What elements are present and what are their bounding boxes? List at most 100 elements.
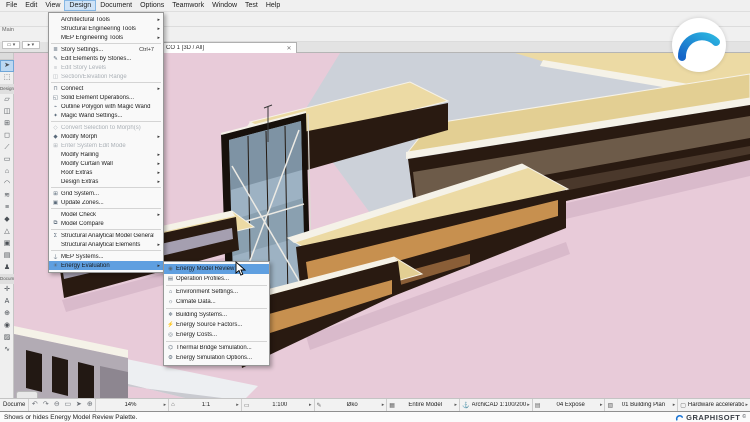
toolbox-level-dimension-tool-icon[interactable]: ⊕: [0, 308, 14, 320]
quick-option-label: ArchiCAD 1:100/200: [472, 402, 527, 408]
design-menu-item-model-compare[interactable]: ⧉Model Compare: [49, 219, 163, 228]
energy-submenu-item-building-systems[interactable]: ❄Building Systems...: [164, 310, 269, 320]
update-zones-icon: ▣: [50, 200, 61, 206]
tool-combo[interactable]: ▸ ▾: [22, 41, 40, 49]
toolbox-roof-tool-icon[interactable]: ⌂: [0, 166, 14, 178]
menu-item-label: MEP Systems...: [61, 254, 154, 260]
energy-submenu-item-energy-model-review[interactable]: ◉Energy Model Review: [164, 264, 269, 274]
back-icon[interactable]: ↶: [29, 399, 40, 411]
design-menu-item-mep-engineering-tools[interactable]: MEP Engineering Tools▸: [49, 33, 163, 42]
fit-view-icon[interactable]: ▭: [62, 399, 73, 411]
energy-submenu-item-environment-settings[interactable]: ⌂Environment Settings...: [164, 287, 269, 297]
toolbox-stair-tool-icon[interactable]: ≋: [0, 190, 14, 202]
zoom-in-icon[interactable]: ⊕: [84, 399, 95, 411]
menubar-item-teamwork[interactable]: Teamwork: [168, 0, 208, 11]
toolbox-dimension-tool-icon[interactable]: ✛: [0, 284, 14, 296]
toolbox-shell-tool-icon[interactable]: ◠: [0, 178, 14, 190]
graphisoft-logo-watermark: [672, 18, 726, 72]
toolbox-curtain-wall-tool-icon[interactable]: ▤: [0, 250, 14, 262]
quick-option-1-1[interactable]: ⌂1:1▸: [168, 399, 241, 411]
menubar-item-options[interactable]: Options: [136, 0, 168, 11]
design-menu-item-structural-engineering-tools[interactable]: Structural Engineering Tools▸: [49, 24, 163, 33]
menu-item-label: Roof Extras: [61, 170, 154, 176]
model-compare-icon: ⧉: [50, 220, 61, 227]
menu-item-label: Edit Elements by Stories...: [61, 56, 154, 62]
menubar-item-edit[interactable]: Edit: [21, 0, 41, 11]
energy-submenu-item-operation-profiles[interactable]: ▤Operation Profiles...: [164, 274, 269, 284]
menubar-item-file[interactable]: File: [2, 0, 21, 11]
toolbox-spline-tool-icon[interactable]: ∿: [0, 344, 14, 356]
quick-option-hardware-acceleration[interactable]: ▢Hardware acceleration ...▸: [677, 399, 750, 411]
toolbox-slab-tool-icon[interactable]: ▭: [0, 154, 14, 166]
design-menu-item-structural-analytical-model-generation-rules[interactable]: ΣStructural Analytical Model Generation …: [49, 231, 163, 240]
design-menu-item-story-settings[interactable]: ≣Story Settings...Ctrl+7: [49, 45, 163, 54]
toolbox-morph-tool-icon[interactable]: ◆: [0, 214, 14, 226]
zoom-out-icon[interactable]: ⊖: [51, 399, 62, 411]
design-menu-item-modify-railing[interactable]: Modify Railing▸: [49, 150, 163, 159]
quick-option-1-100[interactable]: ▭1:100▸: [241, 399, 314, 411]
design-menu-item-magic-wand-settings[interactable]: ✦Magic Wand Settings...: [49, 111, 163, 120]
quick-option-ko[interactable]: ✎Øko▸: [314, 399, 387, 411]
menubar-item-help[interactable]: Help: [262, 0, 284, 11]
quick-option-14[interactable]: 14%▸: [95, 399, 168, 411]
toolbox-railing-tool-icon[interactable]: ≡: [0, 202, 14, 214]
design-menu-item-mep-systems[interactable]: ⏚MEP Systems...: [49, 252, 163, 261]
design-menu-item-modify-morph[interactable]: ◆Modify Morph▸: [49, 132, 163, 141]
palette-popup-handle[interactable]: [16, 391, 38, 398]
toolbox-fill-tool-icon[interactable]: ▨: [0, 332, 14, 344]
design-menu-item-update-zones[interactable]: ▣Update Zones...: [49, 198, 163, 207]
favorites-combo[interactable]: ▭ ▾: [2, 41, 20, 49]
quick-option-01-building-plan[interactable]: ▧01 Building Plan▸: [604, 399, 677, 411]
menubar-item-window[interactable]: Window: [208, 0, 241, 11]
design-menu-item-edit-elements-by-stories[interactable]: ✎Edit Elements by Stories...: [49, 54, 163, 63]
energy-submenu-item-energy-simulation-options[interactable]: ⚙Energy Simulation Options...: [164, 353, 269, 363]
quick-option-04-expos[interactable]: ▤04 Exposé▸: [532, 399, 605, 411]
design-menu-item-design-extras[interactable]: Design Extras▸: [49, 177, 163, 186]
design-menu-item-outline-polygon-with-magic-wand[interactable]: ⌁Outline Polygon with Magic Wand: [49, 102, 163, 111]
toolbox-beam-tool-icon[interactable]: ⟋: [0, 142, 14, 154]
design-menu-item-connect[interactable]: ⊓Connect▸: [49, 84, 163, 93]
energy-submenu-item-thermal-bridge-simulation[interactable]: ⌬Thermal Bridge Simulation...: [164, 343, 269, 353]
design-menu-item-model-check[interactable]: Model Check▸: [49, 210, 163, 219]
story-settings-icon: ≣: [50, 47, 61, 53]
toolbox-object-tool-icon[interactable]: ♟: [0, 262, 14, 274]
tab-3d-window[interactable]: CO 1 [3D / All] ✕: [150, 42, 297, 53]
toolbox-marquee-tool-icon[interactable]: ⬚: [0, 72, 14, 84]
design-menu-item-structural-analytical-elements[interactable]: Structural Analytical Elements▸: [49, 240, 163, 249]
dropdown-arrow-icon: ▸: [527, 402, 530, 408]
toolbox-wall-tool-icon[interactable]: ▱: [0, 94, 14, 106]
dropdown-arrow-icon: ▸: [455, 402, 458, 408]
document-quick-button[interactable]: Docume: [0, 399, 29, 411]
menubar-item-view[interactable]: View: [41, 0, 64, 11]
toolbox-arrow-tool-icon[interactable]: ➤: [0, 60, 14, 72]
energy-submenu-item-energy-costs[interactable]: ◎Energy Costs...: [164, 330, 269, 340]
toolbox-header[interactable]: [0, 53, 13, 60]
design-menu-item-grid-system[interactable]: ⊞Grid System...: [49, 189, 163, 198]
toolbox-mesh-tool-icon[interactable]: △: [0, 226, 14, 238]
forward-icon[interactable]: ↷: [40, 399, 51, 411]
orbit-icon[interactable]: ➤: [73, 399, 84, 411]
menu-item-label: Modify Morph: [61, 134, 154, 140]
energy-submenu-item-energy-source-factors[interactable]: ⚡Energy Source Factors...: [164, 320, 269, 330]
design-menu-item-modify-curtain-wall[interactable]: Modify Curtain Wall▸: [49, 159, 163, 168]
menubar-item-test[interactable]: Test: [241, 0, 262, 11]
toolbox-camera-tool-icon[interactable]: ◉: [0, 320, 14, 332]
toolbox-column-tool-icon[interactable]: ◻: [0, 130, 14, 142]
quick-option-archicad-1-100-200[interactable]: ⚓ArchiCAD 1:100/200▸: [459, 399, 532, 411]
toolbox-zone-tool-icon[interactable]: ▣: [0, 238, 14, 250]
menubar-item-document[interactable]: Document: [96, 0, 136, 11]
energy-simulation-options-icon: ⚙: [165, 355, 176, 361]
design-menu-item-architectural-tools[interactable]: Architectural Tools▸: [49, 15, 163, 24]
toolbox-text-tool-icon[interactable]: A: [0, 296, 14, 308]
design-menu-item-solid-element-operations[interactable]: ◱Solid Element Operations...: [49, 93, 163, 102]
toolbox: ➤⬚Design▱◫⊞◻⟋▭⌂◠≋≡◆△▣▤♟Docume✛A⊕◉▨∿: [0, 53, 14, 398]
design-menu-item-energy-evaluation[interactable]: ☀Energy Evaluation▸: [49, 261, 163, 270]
menubar-item-design[interactable]: Design: [64, 0, 96, 11]
tab-close-icon[interactable]: ✕: [285, 45, 293, 52]
quick-option-entire-model[interactable]: ▦Entire Model▸: [386, 399, 459, 411]
design-menu-item-roof-extras[interactable]: Roof Extras▸: [49, 168, 163, 177]
brand-mark: ©: [742, 414, 746, 420]
toolbox-door-tool-icon[interactable]: ◫: [0, 106, 14, 118]
toolbox-window-tool-icon[interactable]: ⊞: [0, 118, 14, 130]
energy-submenu-item-climate-data[interactable]: ☼Climate Data...: [164, 297, 269, 307]
